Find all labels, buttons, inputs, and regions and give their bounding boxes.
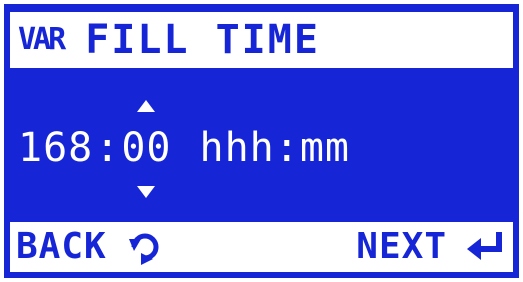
time-separator: :: [95, 125, 120, 171]
minutes-field[interactable]: 00: [121, 125, 171, 171]
hours-field[interactable]: 168: [18, 128, 93, 168]
back-button-label: BACK: [16, 226, 107, 267]
next-button-label: NEXT: [356, 226, 447, 267]
enter-return-icon: [465, 230, 505, 264]
header-bar: VAR FILL TIME: [10, 12, 513, 68]
undo-arrow-icon: [127, 227, 161, 267]
up-arrow-icon[interactable]: [137, 100, 156, 112]
time-unit-label: hhh:mm: [199, 125, 351, 171]
minutes-stepper[interactable]: 00: [121, 100, 171, 198]
next-button[interactable]: NEXT: [356, 222, 505, 272]
lcd-screen: VAR FILL TIME 168 : 00 hhh:mm BACK NEXT: [4, 4, 519, 278]
fill-time-value: 168 : 00 hhh:mm: [18, 100, 351, 198]
down-arrow-icon[interactable]: [137, 186, 156, 198]
footer-bar: BACK NEXT: [10, 222, 513, 272]
screen-title: FILL TIME: [85, 17, 320, 63]
var-badge: VAR: [18, 22, 66, 57]
back-button[interactable]: BACK: [16, 222, 161, 272]
